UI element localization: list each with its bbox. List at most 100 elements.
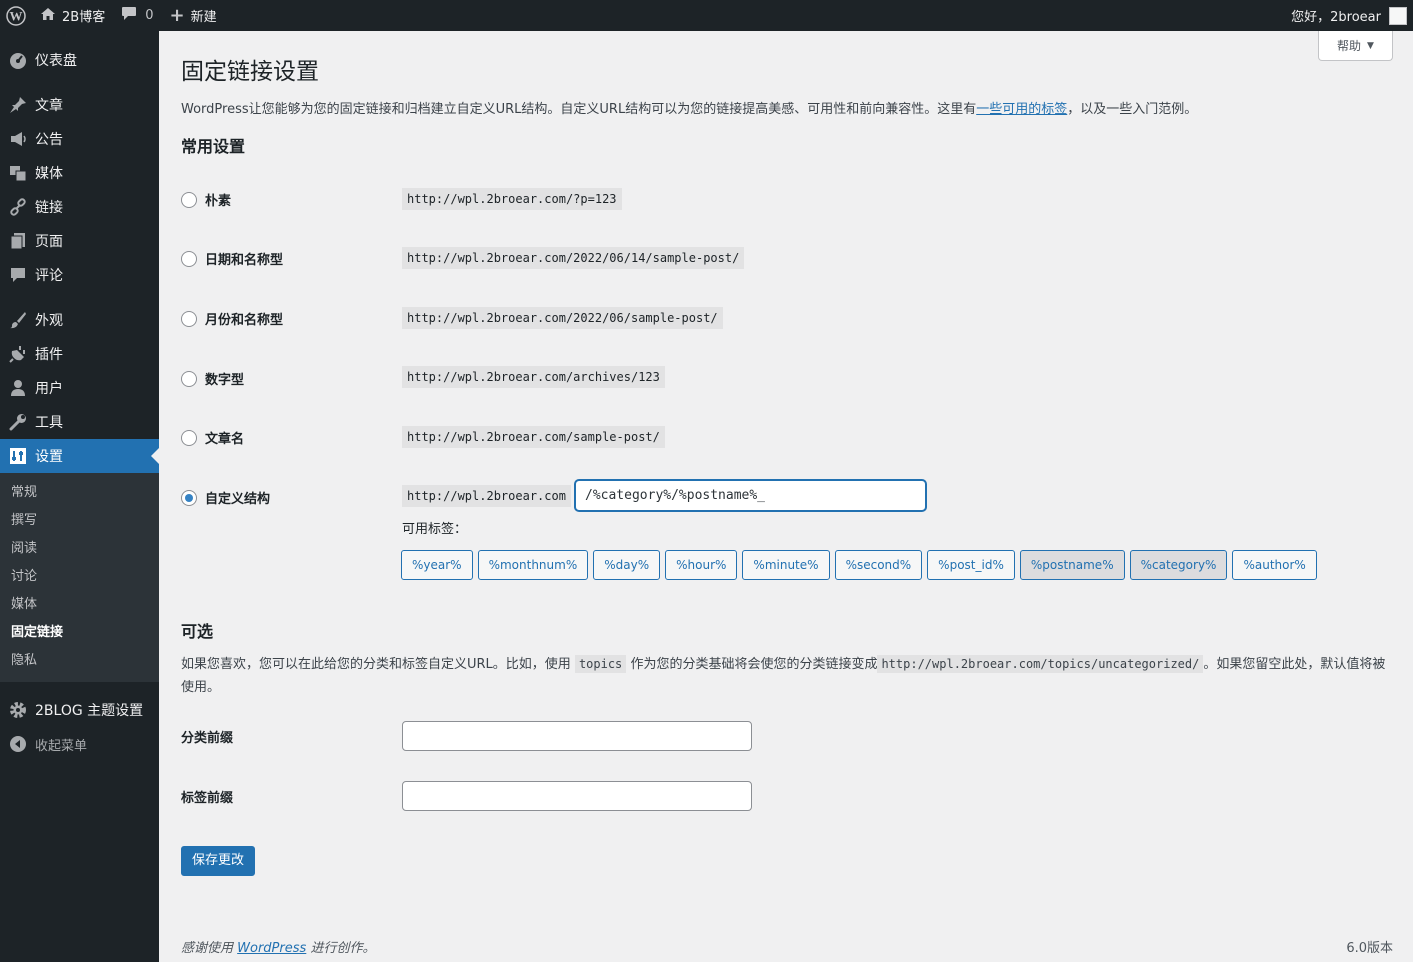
submenu-permalinks[interactable]: 固定链接 (0, 619, 159, 647)
intro-before: WordPress让您能够为您的固定链接和归档建立自定义URL结构。自定义URL… (181, 102, 977, 117)
tag-button-year[interactable]: %year% (401, 550, 473, 580)
svg-text:W: W (10, 8, 23, 23)
admin-bar: W 2B博客 0 + 新建 您好，2broear (0, 0, 1413, 31)
optional-description: 如果您喜欢，您可以在此给您的分类和标签自定义URL。比如，使用 topics 作… (181, 653, 1393, 699)
tag-button-day[interactable]: %day% (593, 550, 661, 580)
site-name: 2B博客 (62, 10, 106, 25)
help-tab-button[interactable]: 帮助 ▼ (1318, 31, 1393, 61)
option-label: 月份和名称型 (205, 313, 284, 328)
admin-menu: 仪表盘 文章 公告 媒体 链接 页面 评论 外观 插件 用户 工具 设置 常规 … (0, 31, 159, 962)
common-settings-heading: 常用设置 (181, 137, 246, 156)
home-icon (40, 7, 56, 25)
comments-link[interactable]: 0 (113, 0, 161, 31)
tag-base-input[interactable] (402, 781, 752, 811)
tag-button-second[interactable]: %second% (834, 550, 923, 580)
dashboard-icon (8, 50, 28, 70)
option-label: 朴素 (205, 194, 232, 209)
tag-button-monthnum[interactable]: %monthnum% (477, 550, 589, 580)
option-custom-structure[interactable]: 自定义结构 (181, 488, 270, 507)
example-url-plain: http://wpl.2broear.com/?p=123 (402, 188, 622, 210)
category-base-input[interactable] (402, 721, 752, 751)
custom-structure-prefix: http://wpl.2broear.com (402, 485, 571, 507)
menu-pages[interactable]: 页面 (0, 224, 159, 258)
menu-label: 仪表盘 (35, 53, 77, 69)
tag-button-post-id[interactable]: %post_id% (927, 550, 1015, 580)
option-day-name[interactable]: 日期和名称型 (181, 249, 283, 268)
tag-button-author[interactable]: %author% (1232, 550, 1317, 580)
save-changes-button[interactable]: 保存更改 (181, 846, 256, 876)
menu-users[interactable]: 用户 (0, 371, 159, 405)
new-content-link[interactable]: + 新建 (161, 0, 224, 31)
menu-settings[interactable]: 设置 (0, 439, 159, 473)
user-icon (8, 378, 28, 398)
example-url-day-name: http://wpl.2broear.com/2022/06/14/sample… (402, 247, 745, 269)
available-tags-link[interactable]: 一些可用的标签 (976, 102, 1067, 117)
caret-down-icon: ▼ (1367, 40, 1374, 51)
comments-count: 0 (145, 8, 154, 23)
option-post-name[interactable]: 文章名 (181, 428, 244, 447)
megaphone-icon (8, 129, 28, 149)
comment-icon (8, 265, 28, 285)
option-month-name[interactable]: 月份和名称型 (181, 309, 283, 328)
greeting: 您好，2broear (1291, 10, 1381, 25)
radio-month-name[interactable] (181, 310, 197, 327)
desc-part: 作为您的分类基础将会使您的分类链接变成 (630, 657, 878, 672)
submenu-reading[interactable]: 阅读 (0, 535, 159, 563)
link-icon (8, 197, 28, 217)
site-name-link[interactable]: 2B博客 (32, 0, 113, 31)
menu-label: 评论 (35, 268, 63, 284)
help-label: 帮助 (1337, 39, 1362, 53)
submenu-discussion[interactable]: 讨论 (0, 563, 159, 591)
tag-base-label: 标签前缀 (181, 791, 234, 806)
submenu-privacy[interactable]: 隐私 (0, 647, 159, 675)
available-tags-label: 可用标签： (402, 522, 468, 537)
settings-submenu: 常规 撰写 阅读 讨论 媒体 固定链接 隐私 (0, 473, 159, 682)
code-topics: topics (574, 655, 627, 673)
tag-button-category[interactable]: %category% (1129, 550, 1228, 580)
menu-label: 2BLOG 主题设置 (35, 703, 144, 719)
menu-dashboard[interactable]: 仪表盘 (0, 43, 159, 77)
menu-plugins[interactable]: 插件 (0, 337, 159, 371)
intro-after: ，以及一些入门范例。 (1067, 102, 1198, 117)
settings-icon (8, 446, 28, 466)
menu-links[interactable]: 链接 (0, 190, 159, 224)
menu-theme-settings[interactable]: 2BLOG 主题设置 (0, 693, 159, 727)
custom-structure-input[interactable]: /%category%/%postname%_ (575, 480, 926, 511)
brush-icon (8, 310, 28, 330)
version-text: 6.0版本 (1346, 941, 1393, 956)
tag-button-minute[interactable]: %minute% (742, 550, 830, 580)
collapse-arrow-icon (8, 734, 28, 754)
menu-notices[interactable]: 公告 (0, 122, 159, 156)
my-account-link[interactable]: 您好，2broear (1283, 0, 1413, 31)
tag-button-postname[interactable]: %postname% (1019, 550, 1125, 580)
wrench-icon (8, 412, 28, 432)
collapse-menu-button[interactable]: 收起菜单 (0, 727, 159, 761)
submenu-general[interactable]: 常规 (0, 479, 159, 507)
menu-media[interactable]: 媒体 (0, 156, 159, 190)
wordpress-link[interactable]: WordPress (237, 941, 306, 956)
footer-text: 感谢使用 (181, 941, 234, 956)
category-base-label: 分类前缀 (181, 731, 234, 746)
footer-thanks: 感谢使用 WordPress 进行创作。 (181, 937, 375, 956)
new-label: 新建 (190, 10, 217, 25)
main-content: 帮助 ▼ 固定链接设置 WordPress让您能够为您的固定链接和归档建立自定义… (159, 31, 1413, 962)
option-plain[interactable]: 朴素 (181, 190, 231, 209)
option-numeric[interactable]: 数字型 (181, 369, 244, 388)
menu-tools[interactable]: 工具 (0, 405, 159, 439)
radio-plain[interactable] (181, 191, 197, 208)
submenu-writing[interactable]: 撰写 (0, 507, 159, 535)
radio-day-name[interactable] (181, 250, 197, 267)
comment-bubble-icon (121, 6, 137, 25)
menu-comments[interactable]: 评论 (0, 258, 159, 292)
radio-post-name[interactable] (181, 429, 197, 446)
menu-appearance[interactable]: 外观 (0, 303, 159, 337)
menu-posts[interactable]: 文章 (0, 88, 159, 122)
menu-label: 链接 (35, 200, 63, 216)
radio-custom-structure[interactable] (181, 489, 197, 506)
radio-numeric[interactable] (181, 370, 197, 387)
tag-button-hour[interactable]: %hour% (665, 550, 738, 580)
menu-label: 插件 (35, 347, 63, 363)
option-label: 数字型 (205, 373, 245, 388)
submenu-media[interactable]: 媒体 (0, 591, 159, 619)
wordpress-logo-icon[interactable]: W (0, 0, 32, 31)
